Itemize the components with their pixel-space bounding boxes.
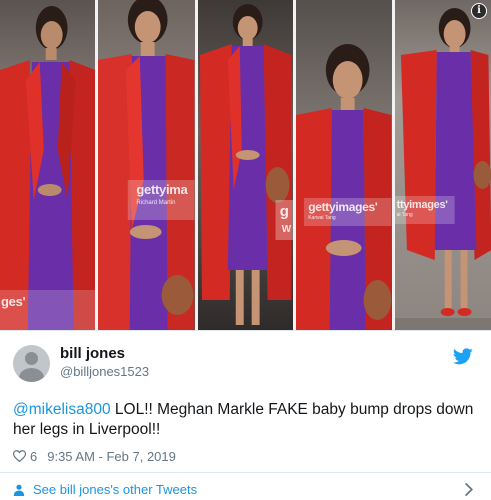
photo-panel-3: g W xyxy=(197,0,294,330)
like-count: 6 xyxy=(30,448,38,464)
getty-watermark: ges' xyxy=(1,294,26,309)
see-other-tweets-label: See bill jones's other Tweets xyxy=(33,482,198,497)
avatar-body-shape xyxy=(19,368,44,382)
photo-credit: Richard Martin xyxy=(136,200,176,206)
tweet-meta: 6 9:35 AM - Feb 7, 2019 xyxy=(13,448,176,464)
getty-watermark: gettyima xyxy=(136,182,188,197)
photo-collage: ges' gettyima Richard Martin g W gettyim… xyxy=(0,0,491,330)
photo-credit: Karwai Tang xyxy=(308,215,336,221)
user-handle[interactable]: @billjones1523 xyxy=(60,364,149,379)
figure-illustration xyxy=(98,0,195,330)
divider xyxy=(0,472,491,473)
person-icon xyxy=(13,484,25,496)
figure-illustration xyxy=(296,44,392,330)
figure-illustration xyxy=(0,6,96,330)
photo-panel-4: gettyimages' Karwai Tang xyxy=(296,0,392,330)
chevron-right-icon[interactable] xyxy=(465,483,473,496)
tweet-text: @mikelisa800 LOL!! Meghan Markle FAKE ba… xyxy=(13,400,483,440)
avatar-head-shape xyxy=(25,352,38,365)
figure-illustration xyxy=(394,8,491,330)
photo-panel-5: ttyimages' ai Tang i xyxy=(394,0,491,330)
getty-watermark-fragment: W xyxy=(281,224,291,235)
info-icon[interactable]: i xyxy=(471,3,487,19)
twitter-bird-icon[interactable] xyxy=(453,348,473,365)
tweet-card: bill jones @billjones1523 @mikelisa800 L… xyxy=(0,330,491,500)
tweet-timestamp[interactable]: 9:35 AM - Feb 7, 2019 xyxy=(47,449,176,464)
getty-watermark: g xyxy=(279,203,289,220)
photo-credit: ai Tang xyxy=(396,212,413,218)
see-other-tweets-link[interactable]: See bill jones's other Tweets xyxy=(13,481,197,498)
mention-link[interactable]: @mikelisa800 xyxy=(13,401,111,418)
getty-watermark: ttyimages' xyxy=(396,199,448,211)
photo-panel-2: gettyima Richard Martin xyxy=(98,0,195,330)
getty-watermark: gettyimages' xyxy=(308,200,378,214)
heart-icon[interactable] xyxy=(13,450,26,462)
photo-panel-1: ges' xyxy=(0,0,96,330)
display-name[interactable]: bill jones xyxy=(60,345,125,362)
avatar[interactable] xyxy=(13,345,50,382)
figure-illustration xyxy=(199,4,294,325)
